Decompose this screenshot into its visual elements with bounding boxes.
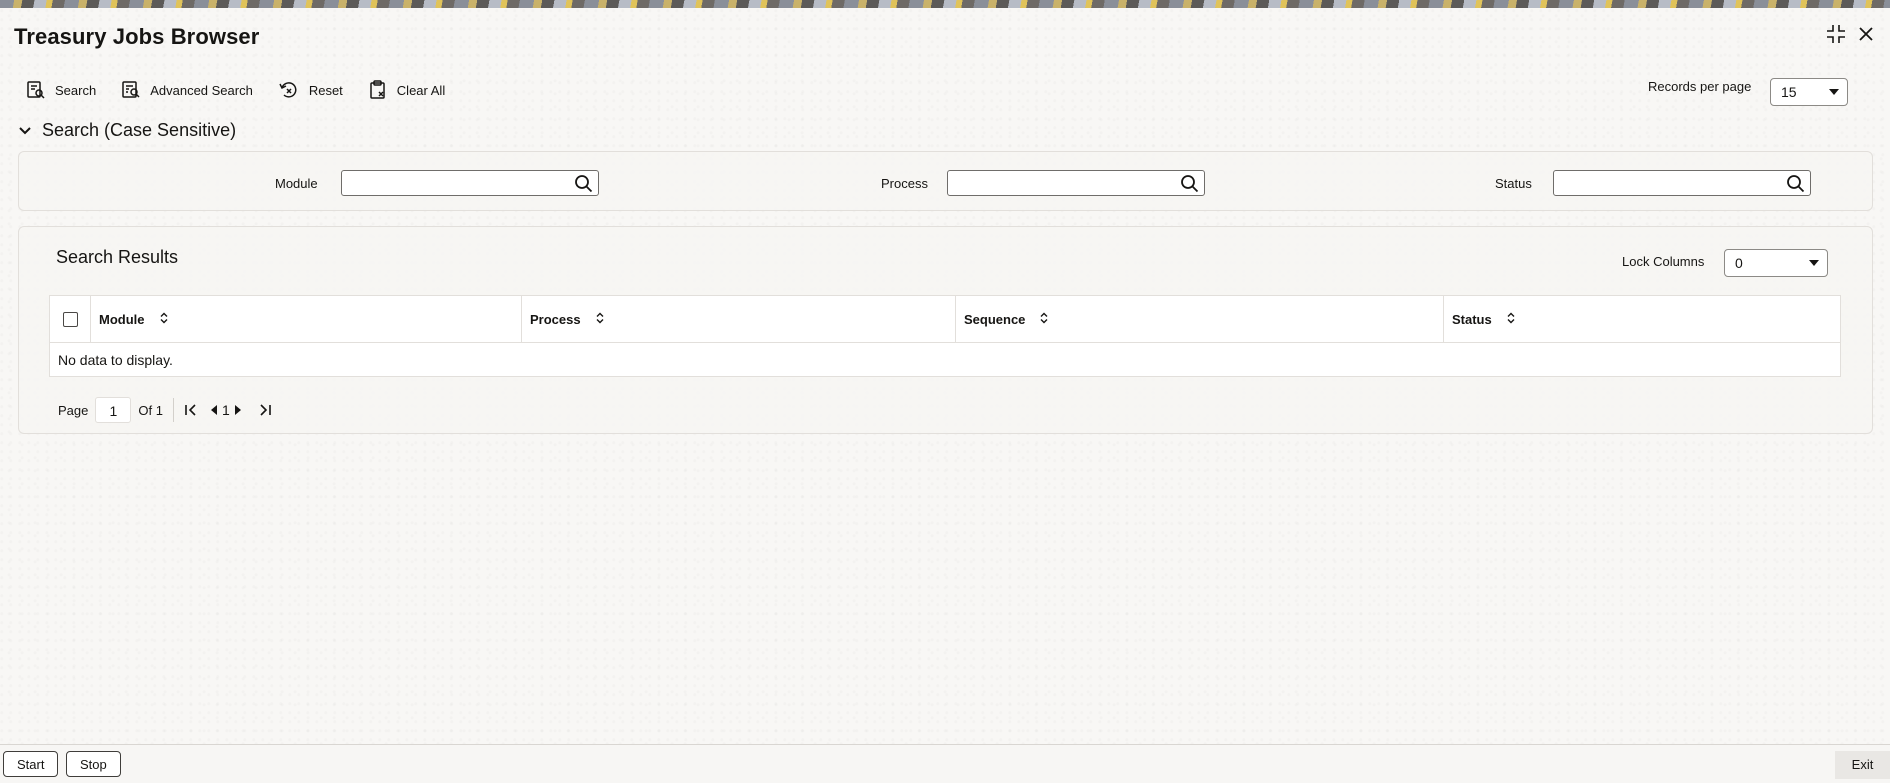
page-title: Treasury Jobs Browser bbox=[14, 24, 260, 49]
column-header-sequence[interactable]: Sequence bbox=[956, 296, 1444, 342]
maximize-icon[interactable] bbox=[1826, 24, 1846, 44]
column-header-status[interactable]: Status bbox=[1444, 296, 1840, 342]
clear-all-label: Clear All bbox=[396, 82, 446, 98]
sort-icon[interactable] bbox=[1039, 312, 1049, 327]
toolbar: Search Advanced Search Reset Clear All bbox=[26, 80, 470, 100]
module-input[interactable] bbox=[342, 171, 562, 195]
close-icon[interactable] bbox=[1858, 26, 1874, 42]
results-panel: Search Results Lock Columns 0 Module Pro… bbox=[18, 226, 1873, 434]
stop-button[interactable]: Stop bbox=[66, 751, 121, 777]
column-label: Sequence bbox=[964, 311, 1026, 327]
pagination: Page 1 Of 1 1 bbox=[58, 397, 272, 423]
start-button[interactable]: Start bbox=[3, 751, 59, 777]
process-input[interactable] bbox=[948, 171, 1168, 195]
reset-button-label: Reset bbox=[308, 82, 343, 98]
first-page-icon[interactable] bbox=[184, 403, 198, 417]
module-field[interactable] bbox=[341, 170, 599, 196]
search-doc-icon bbox=[26, 80, 46, 100]
column-header-process[interactable]: Process bbox=[522, 296, 956, 342]
search-section-toggle[interactable]: Search (Case Sensitive) bbox=[18, 120, 236, 141]
search-button[interactable]: Search bbox=[26, 80, 96, 100]
magnifier-icon[interactable] bbox=[574, 174, 594, 199]
caret-down-icon bbox=[1829, 89, 1839, 95]
module-label: Module bbox=[275, 176, 318, 191]
chevron-down-icon bbox=[18, 120, 32, 141]
pager-divider bbox=[172, 398, 174, 422]
records-per-page-select[interactable]: 15 bbox=[1770, 78, 1848, 106]
process-field[interactable] bbox=[947, 170, 1205, 196]
column-label: Process bbox=[530, 311, 581, 327]
column-label: Status bbox=[1452, 311, 1492, 327]
records-per-page-label: Records per page bbox=[1648, 79, 1752, 94]
magnifier-icon[interactable] bbox=[1786, 174, 1806, 199]
advanced-search-icon bbox=[121, 80, 141, 100]
search-button-label: Search bbox=[55, 82, 97, 98]
process-label: Process bbox=[881, 176, 928, 191]
window-controls bbox=[1826, 24, 1874, 44]
clear-all-button[interactable]: Clear All bbox=[368, 80, 445, 100]
column-label: Module bbox=[99, 311, 145, 327]
prev-page-icon[interactable] bbox=[210, 404, 218, 416]
caret-down-icon bbox=[1809, 260, 1819, 266]
table-header: Module Process Sequence Status bbox=[50, 296, 1840, 343]
advanced-search-label: Advanced Search bbox=[150, 82, 253, 98]
status-label: Status bbox=[1495, 176, 1532, 191]
next-page-icon[interactable] bbox=[234, 404, 242, 416]
results-table: Module Process Sequence Status No data t… bbox=[49, 295, 1841, 377]
results-title: Search Results bbox=[56, 247, 179, 267]
exit-button[interactable]: Exit bbox=[1835, 751, 1890, 779]
lock-columns-label: Lock Columns bbox=[1622, 254, 1705, 269]
current-page-indicator: 1 bbox=[221, 402, 230, 418]
empty-message: No data to display. bbox=[58, 352, 173, 368]
lock-columns-value: 0 bbox=[1735, 255, 1743, 271]
status-input[interactable] bbox=[1554, 171, 1774, 195]
search-panel: Module Process Status bbox=[18, 151, 1873, 211]
page-of-label: Of 1 bbox=[138, 402, 163, 418]
select-all-checkbox[interactable] bbox=[62, 311, 78, 327]
status-field[interactable] bbox=[1553, 170, 1811, 196]
sort-icon[interactable] bbox=[159, 312, 169, 327]
select-all-cell bbox=[50, 296, 91, 342]
page: Treasury Jobs Browser Search Advanced Se… bbox=[0, 8, 1890, 783]
search-section-title: Search (Case Sensitive) bbox=[42, 120, 237, 140]
advanced-search-button[interactable]: Advanced Search bbox=[121, 80, 253, 100]
reset-button[interactable]: Reset bbox=[278, 80, 343, 100]
lock-columns-select[interactable]: 0 bbox=[1724, 249, 1828, 277]
clear-all-icon bbox=[368, 80, 388, 100]
decorative-banner bbox=[0, 0, 1890, 8]
records-per-page-value: 15 bbox=[1781, 84, 1797, 100]
page-number-input[interactable]: 1 bbox=[95, 397, 132, 423]
sort-icon[interactable] bbox=[595, 312, 605, 327]
column-header-module[interactable]: Module bbox=[91, 296, 522, 342]
last-page-icon[interactable] bbox=[258, 403, 272, 417]
footer-bar: Start Stop Exit bbox=[0, 744, 1890, 783]
sort-icon[interactable] bbox=[1506, 312, 1516, 327]
reset-icon bbox=[278, 80, 300, 100]
page-label: Page bbox=[58, 402, 89, 418]
magnifier-icon[interactable] bbox=[1180, 174, 1200, 199]
